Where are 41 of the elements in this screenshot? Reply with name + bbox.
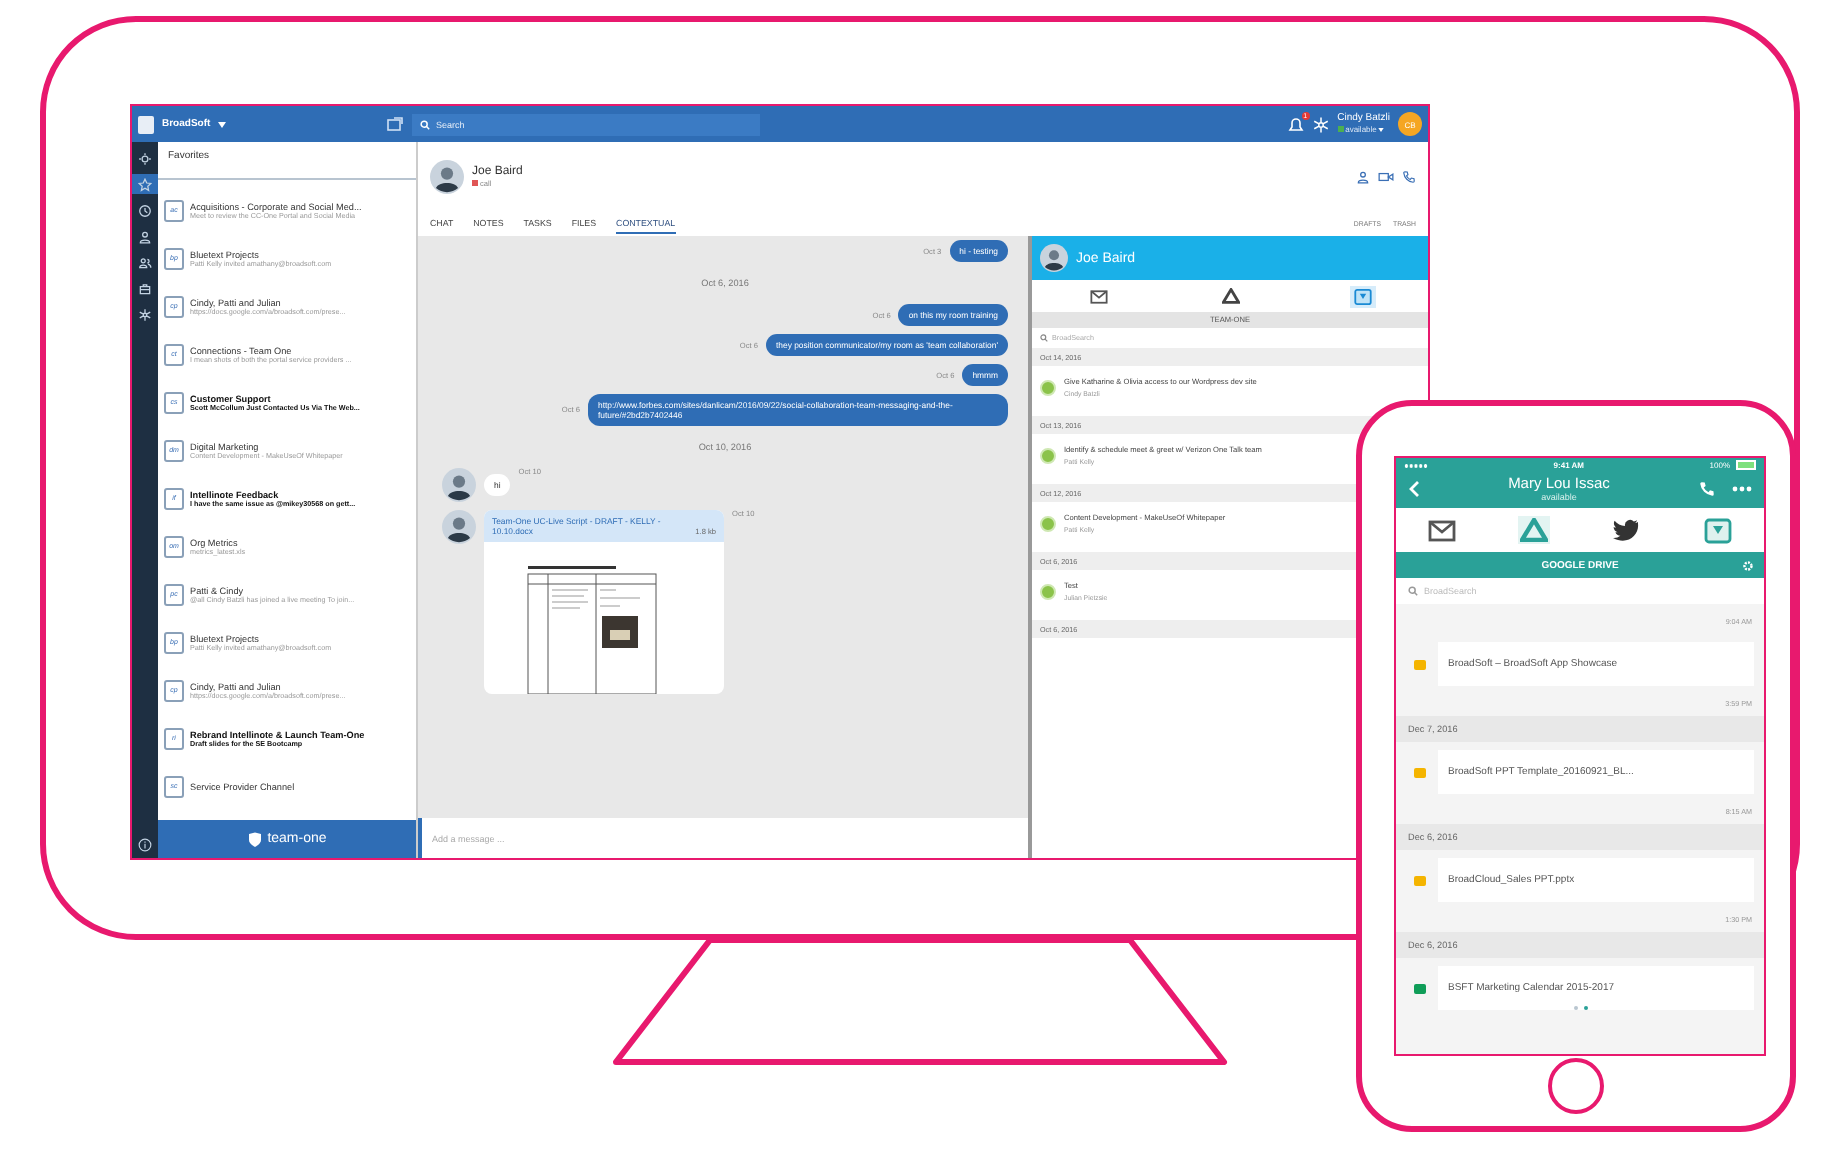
phone-icon[interactable] [1698,479,1716,497]
back-icon[interactable] [1408,479,1420,497]
caret-icon[interactable] [1378,127,1385,132]
star-icon[interactable] [132,174,158,194]
person-icon[interactable] [1356,169,1370,183]
avatar-silhouette [1040,244,1068,272]
network-icon[interactable] [1311,115,1330,133]
source-tab[interactable] [1217,286,1243,306]
phone-icon[interactable] [1402,169,1416,183]
more-icon[interactable] [1732,485,1752,491]
search-icon [1040,334,1048,342]
search-icon [420,119,430,129]
battery-icon [1736,460,1756,470]
envelope-icon [1089,289,1107,303]
triangle-logo-icon [1221,288,1239,304]
shield-logo-icon [247,831,262,847]
home-button[interactable] [1548,1058,1604,1114]
bird-icon [1612,518,1640,542]
activity-dot-icon [1040,380,1056,396]
info-icon[interactable] [138,838,152,852]
app-logo-icon [138,115,154,133]
activity-dot-icon [1040,584,1056,600]
video-camera-icon[interactable] [1378,169,1394,183]
caret-icon[interactable] [218,121,227,127]
settings-icon[interactable] [1742,559,1754,571]
chat-square-icon [1353,287,1371,305]
avatar-silhouette [442,510,476,544]
source-tab[interactable] [1610,516,1642,544]
triangle-logo-icon [1520,518,1548,542]
source-tab[interactable] [1426,517,1458,543]
compose-icon[interactable] [386,116,404,132]
bell-icon[interactable] [1287,115,1304,133]
envelope-icon [1428,519,1456,541]
search-icon [1408,586,1418,596]
avatar-silhouette [430,159,464,193]
avatar-silhouette [442,468,476,502]
source-tab[interactable] [1085,287,1111,305]
activity-dot-icon [1040,516,1056,532]
chat-square-icon [1704,517,1732,543]
activity-dot-icon [1040,448,1056,464]
status-square-icon [1337,126,1344,133]
